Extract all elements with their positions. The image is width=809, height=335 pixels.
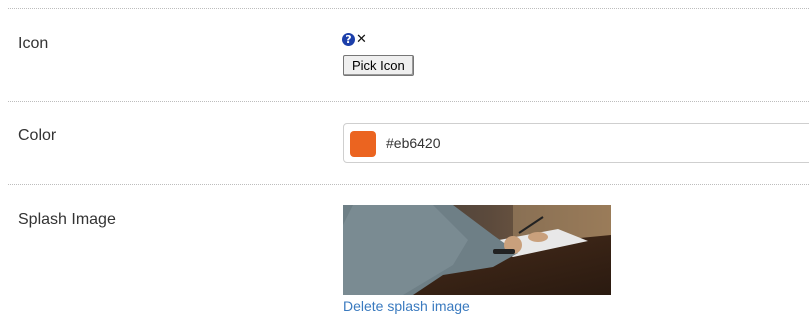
color-picker-field[interactable]: #eb6420 [343,123,809,163]
clear-icon[interactable]: ✕ [356,33,367,46]
help-icon[interactable]: ? [342,33,355,46]
divider-top [8,8,809,9]
divider-color [8,184,809,185]
splash-image-label: Splash Image [18,211,116,228]
icon-actions: ? ✕ [342,33,367,46]
color-swatch[interactable] [350,131,376,157]
pick-icon-button[interactable]: Pick Icon [343,55,414,76]
color-value: #eb6420 [386,135,441,151]
divider-icon [8,101,809,102]
icon-label: Icon [18,35,49,52]
splash-image [343,205,611,295]
delete-splash-image-link[interactable]: Delete splash image [343,298,470,314]
color-label: Color [18,127,57,144]
